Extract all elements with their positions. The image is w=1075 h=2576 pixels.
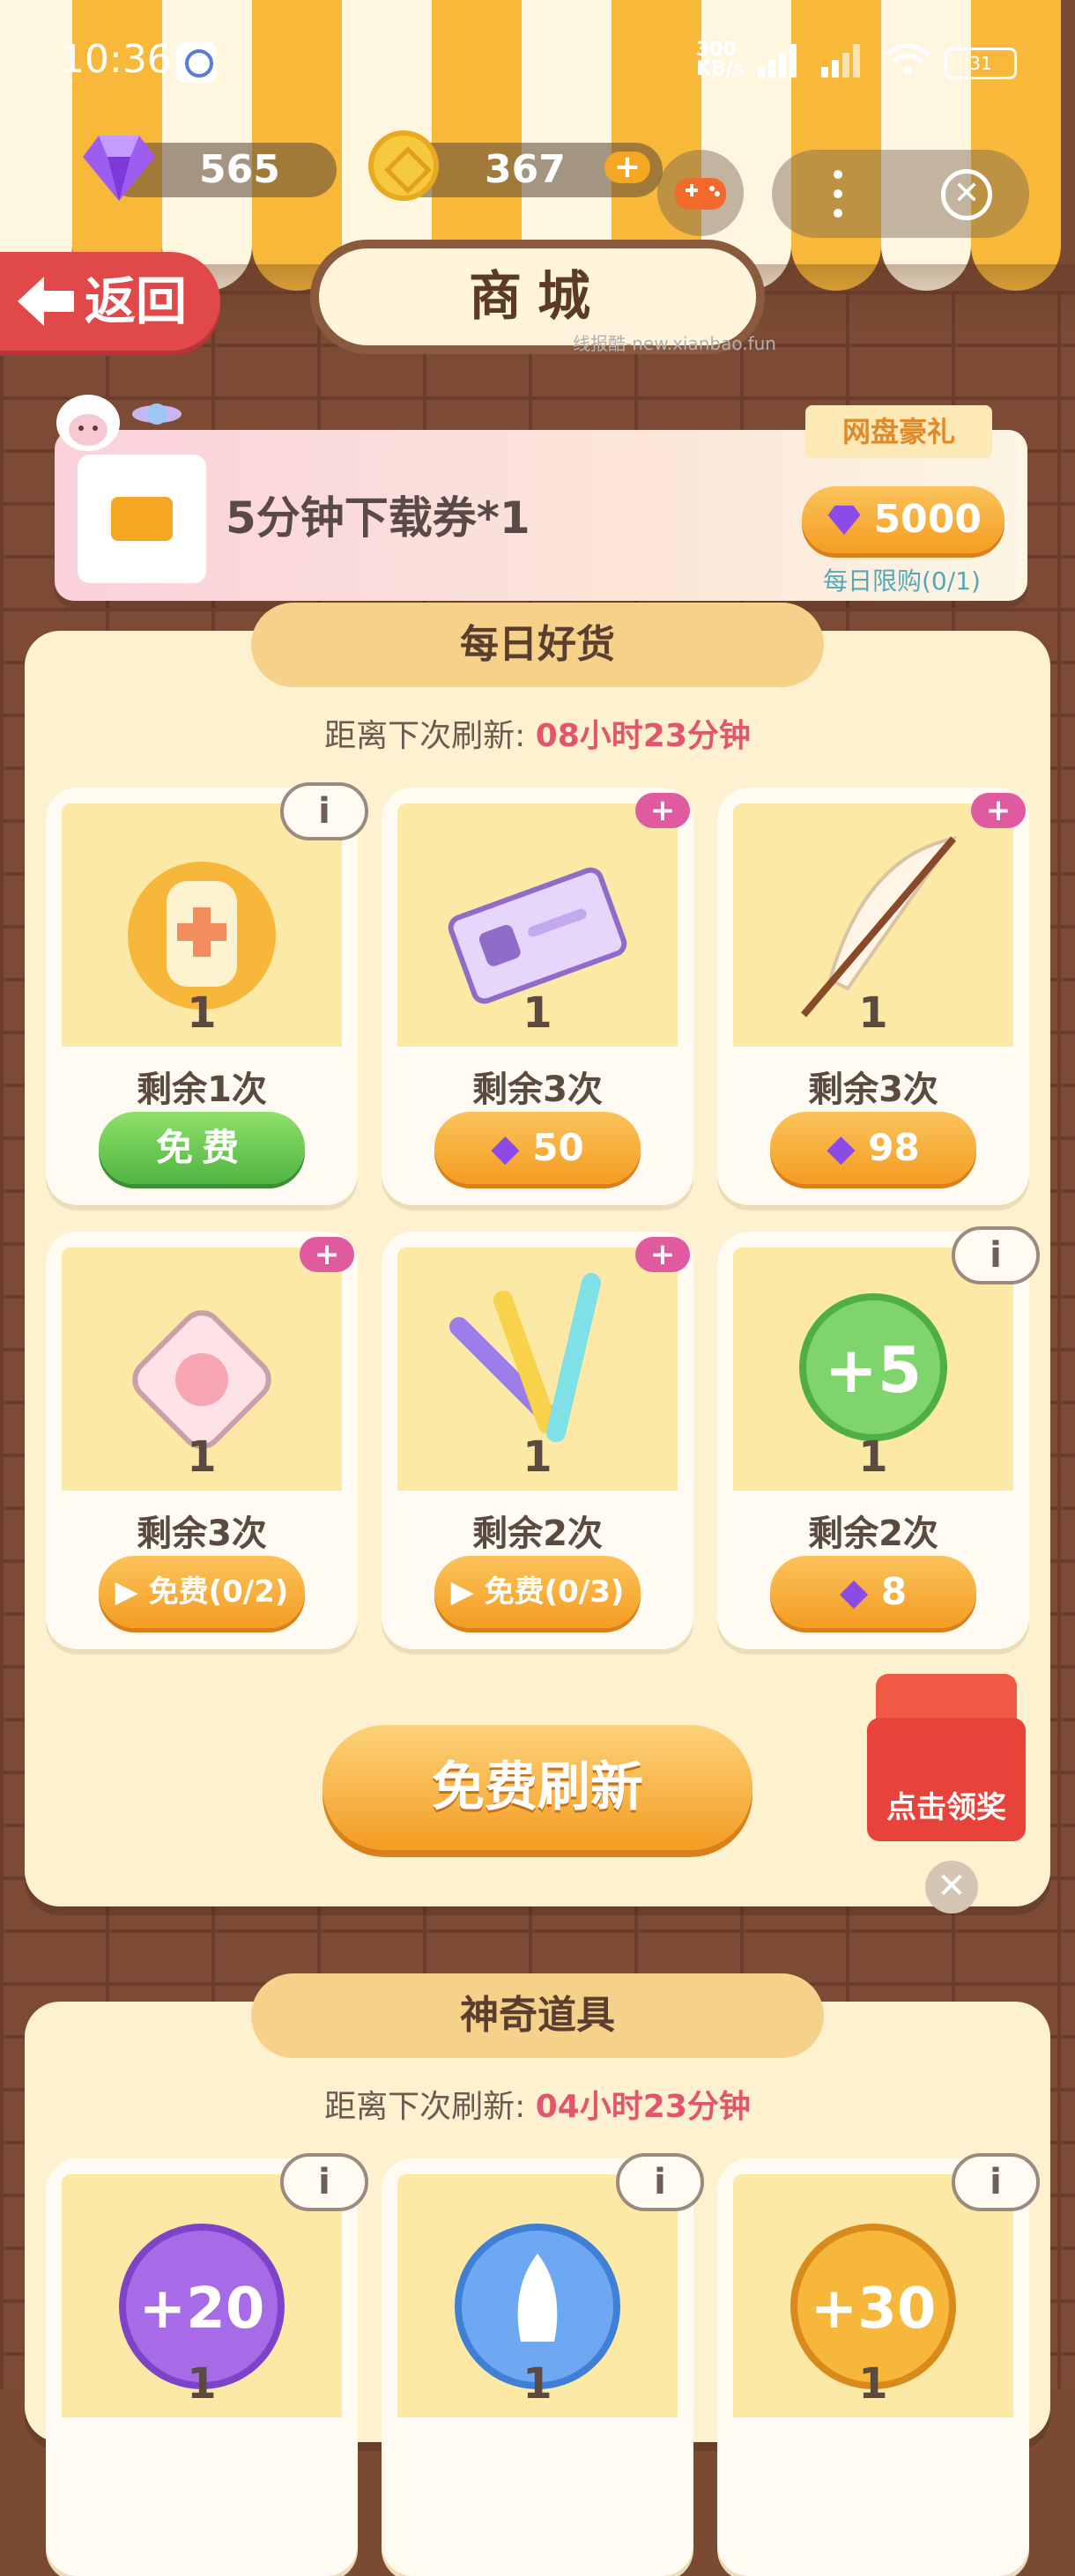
miniapp-capsule: ✕ [772,150,1029,238]
more-icon[interactable] [834,167,842,220]
game-controller-button[interactable] [657,150,744,236]
purple-gem-icon: ◆ [491,1126,520,1169]
watch-ad-free-button[interactable]: ▶ 免费(0/2) [99,1556,305,1628]
shop-item-card[interactable]: 1 i 剩余1次 免费 [46,782,368,1205]
shop-item-card[interactable]: 1 + 剩余3次 ▶ 免费(0/2) [46,1232,358,1649]
promo-tag: 网盘豪礼 [805,405,992,458]
free-claim-button[interactable]: 免费 [99,1112,305,1184]
gold-coin-icon [368,130,439,201]
info-button[interactable]: i [280,782,368,840]
video-icon: ▶ [115,1574,138,1610]
shop-item-card[interactable]: 1 i [382,2153,704,2576]
promo-buy-button[interactable]: 5000 [802,486,1005,553]
info-button[interactable]: i [952,2153,1040,2211]
status-bar: 10:36 300 KB/s 31 [0,0,1075,123]
magic-items-title: 神奇道具 [251,1973,824,2058]
purple-gem-icon: ◆ [839,1570,869,1613]
daily-goods-title: 每日好货 [251,603,824,687]
add-coins-button[interactable]: + [604,152,650,183]
purple-gem-icon: ◆ [827,1126,856,1169]
watermark: 线报酷-new.xianbao.fun [573,333,776,354]
shop-item-card[interactable]: +20 1 i [46,2153,368,2576]
video-icon: ▶ [450,1574,474,1610]
signal-icon-2 [821,44,860,78]
magic-refresh-timer: 距离下次刷新: 04小时23分钟 [324,2089,751,2125]
sheep-mascot-icon [56,395,182,451]
add-button[interactable]: + [300,1237,354,1272]
buy-button[interactable]: ◆ 8 [770,1556,976,1628]
purple-gem-icon [83,136,155,201]
close-icon[interactable]: ✕ [941,169,992,220]
remaining-count: 剩余2次 [808,1514,938,1554]
remaining-count: 剩余3次 [137,1514,267,1554]
status-time: 10:36 [60,37,172,82]
info-button[interactable]: i [280,2153,368,2211]
watch-ad-free-button[interactable]: ▶ 免费(0/3) [434,1556,641,1628]
add-button[interactable]: + [971,793,1026,828]
remaining-count: 剩余3次 [472,1070,603,1110]
free-refresh-button[interactable]: 免费刷新 [322,1725,752,1850]
shop-item-card[interactable]: +5 1 i 剩余2次 ◆ 8 [717,1226,1040,1649]
claim-reward-gift[interactable]: 点击领奖 [867,1674,1026,1841]
buy-button[interactable]: ◆ 98 [770,1112,976,1184]
app-notification-icon [176,42,217,83]
download-ticket-icon [78,455,206,583]
close-gift-button[interactable]: ✕ [925,1861,978,1913]
arrow-left-icon [18,277,74,326]
info-button[interactable]: i [952,1226,1040,1284]
signal-icon [758,44,797,78]
back-button[interactable]: 返回 [0,252,220,351]
shop-item-card[interactable]: 1 + 剩余3次 ◆ 50 [382,788,693,1205]
svg-text:+5: +5 [825,1333,922,1407]
network-speed: 300 KB/s [696,39,745,80]
daily-refresh-timer: 距离下次刷新: 08小时23分钟 [324,718,751,754]
shop-item-card[interactable]: 1 + 剩余2次 ▶ 免费(0/3) [382,1232,693,1649]
buy-button[interactable]: ◆ 50 [434,1112,641,1184]
wifi-icon [885,43,930,75]
purple-gem-icon [827,505,861,536]
battery-indicator: 31 [945,48,1017,79]
gamepad-icon [675,178,726,210]
remaining-count: 剩余3次 [808,1070,938,1110]
shop-item-card[interactable]: +30 1 i [717,2153,1040,2576]
remaining-count: 剩余2次 [472,1514,603,1554]
svg-text:+20: +20 [139,2276,265,2342]
svg-text:+30: +30 [811,2276,937,2342]
add-button[interactable]: + [635,1237,690,1272]
purchase-limit: 每日限购(0/1) [823,566,981,596]
promo-item-name: 5分钟下载券*1 [226,492,530,544]
back-label: 返回 [85,271,188,331]
remaining-count: 剩余1次 [137,1070,267,1110]
info-button[interactable]: i [616,2153,704,2211]
add-button[interactable]: + [635,793,690,828]
shop-item-card[interactable]: 1 + 剩余3次 ◆ 98 [717,788,1029,1205]
